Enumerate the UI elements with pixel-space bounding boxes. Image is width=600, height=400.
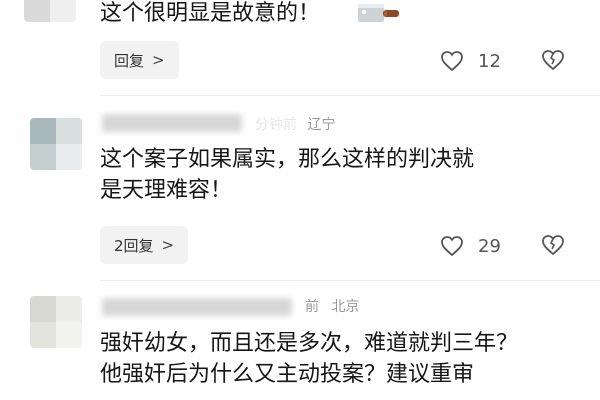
comment-meta: 前 北京 [305, 299, 360, 315]
comment-text: 这个案子如果属实，那么这样的判决就 是天理难容！ [100, 147, 475, 203]
like-button[interactable]: 29 [440, 235, 501, 257]
knife-icon [356, 0, 402, 34]
blurred-username [102, 298, 292, 316]
like-count: 29 [478, 235, 501, 257]
chevron-right-icon: > [161, 236, 175, 254]
avatar[interactable] [30, 118, 82, 170]
chevron-right-icon: > [152, 51, 165, 69]
heart-icon [441, 236, 463, 257]
heart-icon [441, 51, 463, 72]
blurred-username [102, 114, 242, 132]
avatar[interactable] [30, 296, 82, 348]
comment-meta: 分钟前 辽宁 [255, 117, 336, 133]
comment-text: 这个很明显是故意的！ [100, 1, 321, 26]
like-count: 12 [478, 50, 501, 72]
dislike-button[interactable] [540, 49, 566, 75]
reply-button[interactable]: 回复 > [100, 41, 179, 79]
like-button[interactable]: 12 [440, 50, 501, 72]
divider [100, 95, 600, 96]
dislike-button[interactable] [540, 234, 566, 260]
avatar[interactable] [24, 0, 76, 22]
reply-button[interactable]: 2回复 > [100, 226, 189, 264]
divider [100, 280, 600, 281]
comment-text: 强奸幼女，而且还是多次，难道就判三年？ 他强奸后为什么又主动投案？建议重审 [100, 331, 519, 387]
broken-heart-icon [542, 50, 564, 71]
broken-heart-icon [542, 235, 564, 256]
